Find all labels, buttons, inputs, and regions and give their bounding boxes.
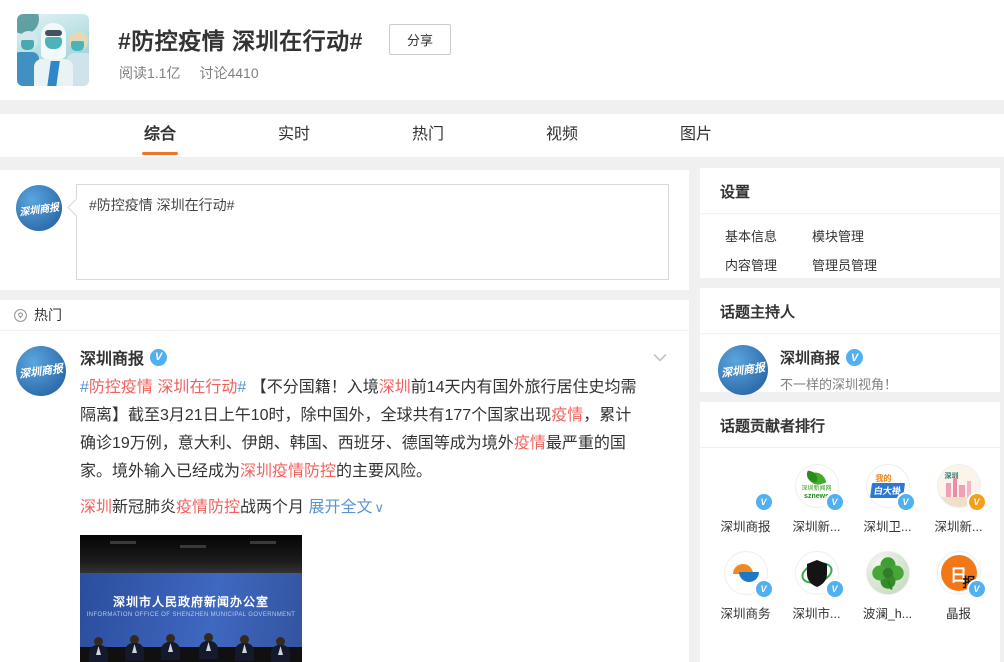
topic-header: #防控疫情 深圳在行动# 分享 阅读1.1亿 讨论4410 bbox=[0, 0, 1004, 100]
press-person bbox=[234, 635, 256, 661]
share-button[interactable]: 分享 bbox=[389, 24, 451, 55]
contributors-title: 话题贡献者排行 bbox=[700, 402, 1000, 448]
hot-section-bar: 热门 bbox=[0, 300, 689, 331]
verified-badge-icon bbox=[846, 349, 863, 366]
verified-badge-icon bbox=[150, 349, 167, 366]
clover-icon bbox=[870, 555, 906, 591]
verified-badge-icon bbox=[754, 579, 774, 599]
avatar-logo-text: 深圳商报 bbox=[18, 360, 64, 382]
composer-card: 深圳商报 #防控疫情 深圳在行动# bbox=[0, 170, 689, 290]
tab-label: 视频 bbox=[546, 126, 578, 143]
verified-badge-icon bbox=[967, 579, 987, 599]
contributor-item-szsb[interactable]: 深圳商报 深圳商报 bbox=[710, 458, 781, 535]
verified-badge-icon bbox=[967, 492, 987, 512]
verified-badge-icon bbox=[896, 492, 916, 512]
contributor-name: 深圳新... bbox=[781, 516, 852, 535]
press-banner-subtitle: INFORMATION OFFICE OF SHENZHEN MUNICIPAL… bbox=[80, 612, 302, 618]
post-body-text-2: 深圳新冠肺炎疫情防控战两个月 展开全文∨ bbox=[80, 494, 643, 522]
post-menu-chevron-icon[interactable] bbox=[653, 349, 667, 367]
contributors-card: 话题贡献者排行 深圳商报 深圳商报 深圳新闻网 bbox=[700, 402, 1000, 662]
press-person bbox=[124, 635, 146, 661]
press-image-ceiling bbox=[80, 535, 302, 573]
contributor-name: 深圳新... bbox=[923, 516, 994, 535]
tab-shishi[interactable]: 实时 bbox=[227, 114, 361, 157]
post-author-name[interactable]: 深圳商报 bbox=[80, 345, 144, 369]
expand-full-text-link[interactable]: 展开全文 bbox=[309, 499, 373, 516]
contributor-item-szmarket[interactable]: 深圳市... bbox=[781, 545, 852, 622]
active-tab-underline bbox=[142, 152, 178, 155]
contributor-name: 深圳商报 bbox=[710, 516, 781, 535]
topic-tabbar: 综合 实时 热门 视频 图片 bbox=[0, 114, 1004, 157]
press-person bbox=[160, 634, 182, 660]
discussions-count: 讨论4410 bbox=[199, 65, 258, 81]
contributor-name: 深圳市... bbox=[781, 603, 852, 622]
hot-section-label: 热门 bbox=[34, 305, 62, 325]
feed-post: 深圳商报 深圳商报 #防控疫情 深圳在行动# 【不分国籍！入境深圳前14天内有国… bbox=[0, 331, 689, 662]
composer-bubble-arrow bbox=[67, 198, 85, 216]
contributor-name: 晶报 bbox=[923, 603, 994, 622]
composer-avatar[interactable]: 深圳商报 bbox=[16, 185, 62, 231]
settings-title: 设置 bbox=[700, 168, 1000, 214]
verified-badge-icon bbox=[825, 579, 845, 599]
press-person bbox=[270, 637, 292, 662]
settings-link-module-manage[interactable]: 模块管理 bbox=[812, 226, 899, 245]
contributor-item-bolan[interactable]: 波澜_h... bbox=[852, 545, 923, 622]
tab-label: 图片 bbox=[680, 126, 712, 143]
tab-shipin[interactable]: 视频 bbox=[495, 114, 629, 157]
post-body-text: #防控疫情 深圳在行动# 【不分国籍！入境深圳前14天内有国外旅行居住史均需隔离… bbox=[80, 374, 643, 486]
press-banner-title: 深圳市人民政府新闻办公室 bbox=[84, 593, 298, 610]
contributor-item-sznews[interactable]: 深圳新闻网 sznews 深圳新... bbox=[781, 458, 852, 535]
topic-cover-image bbox=[17, 14, 89, 86]
settings-link-basic-info[interactable]: 基本信息 bbox=[725, 226, 812, 245]
contributor-avatar bbox=[866, 551, 910, 595]
press-image-banner: 深圳市人民政府新闻办公室 INFORMATION OFFICE OF SHENZ… bbox=[80, 573, 302, 647]
contributor-item-sztv[interactable]: 我的 白大褂 深圳卫... bbox=[852, 458, 923, 535]
verified-badge-icon bbox=[825, 492, 845, 512]
contributor-item-szcommerce[interactable]: 深圳商务 bbox=[710, 545, 781, 622]
press-person bbox=[88, 637, 110, 662]
verified-badge-icon bbox=[754, 492, 774, 512]
press-person bbox=[198, 633, 220, 659]
page-title: #防控疫情 深圳在行动# bbox=[118, 22, 363, 56]
avatar-logo-text: 我的 bbox=[876, 474, 892, 483]
tab-label: 热门 bbox=[412, 126, 444, 143]
settings-link-content-manage[interactable]: 内容管理 bbox=[725, 255, 812, 274]
host-name[interactable]: 深圳商报 bbox=[780, 347, 840, 368]
contributor-name: 深圳商务 bbox=[710, 603, 781, 622]
topic-stats: 阅读1.1亿 讨论4410 bbox=[119, 63, 278, 83]
post-composer-input[interactable]: #防控疫情 深圳在行动# bbox=[76, 184, 669, 280]
tab-remen[interactable]: 热门 bbox=[361, 114, 495, 157]
contributor-item-jingbao[interactable]: 日 报 晶报 bbox=[923, 545, 994, 622]
chevron-down-icon: ∨ bbox=[375, 500, 385, 515]
settings-card: 设置 基本信息 模块管理 内容管理 管理员管理 bbox=[700, 168, 1000, 278]
post-image[interactable]: 深圳市人民政府新闻办公室 INFORMATION OFFICE OF SHENZ… bbox=[80, 535, 302, 662]
weibo-topic-page: #防控疫情 深圳在行动# 分享 阅读1.1亿 讨论4410 综合 实时 热门 视频… bbox=[0, 0, 1004, 662]
contributor-name: 波澜_h... bbox=[852, 603, 923, 622]
host-description: 不一样的深圳视角！ bbox=[780, 374, 897, 393]
topic-host-title: 话题主持人 bbox=[700, 288, 1000, 334]
tab-label: 综合 bbox=[144, 126, 176, 143]
post-author-avatar[interactable]: 深圳商报 bbox=[16, 346, 66, 396]
feed-card: 热门 深圳商报 深圳商报 #防控疫情 深圳在行动# 【不分国籍！入境深圳前14天… bbox=[0, 300, 689, 662]
tab-tupian[interactable]: 图片 bbox=[629, 114, 763, 157]
settings-link-admin-manage[interactable]: 管理员管理 bbox=[812, 255, 899, 274]
host-avatar[interactable]: 深圳商报 bbox=[718, 345, 768, 395]
composer-prefill-text: #防控疫情 深圳在行动# bbox=[89, 197, 234, 213]
avatar-logo-text: 深圳商报 bbox=[720, 359, 766, 381]
hot-icon bbox=[13, 308, 28, 323]
avatar-logo-text: 深圳商报 bbox=[18, 198, 60, 218]
tab-zonghe[interactable]: 综合 bbox=[93, 114, 227, 157]
reads-count: 阅读1.1亿 bbox=[119, 65, 180, 81]
contributor-item-szpink[interactable]: 深圳 深圳新... bbox=[923, 458, 994, 535]
tab-label: 实时 bbox=[278, 126, 310, 143]
topic-host-card: 话题主持人 深圳商报 深圳商报 不一样的深圳视角！ bbox=[700, 288, 1000, 392]
avatar-logo-text: 深圳新闻网 bbox=[801, 486, 831, 493]
contributor-name: 深圳卫... bbox=[852, 516, 923, 535]
